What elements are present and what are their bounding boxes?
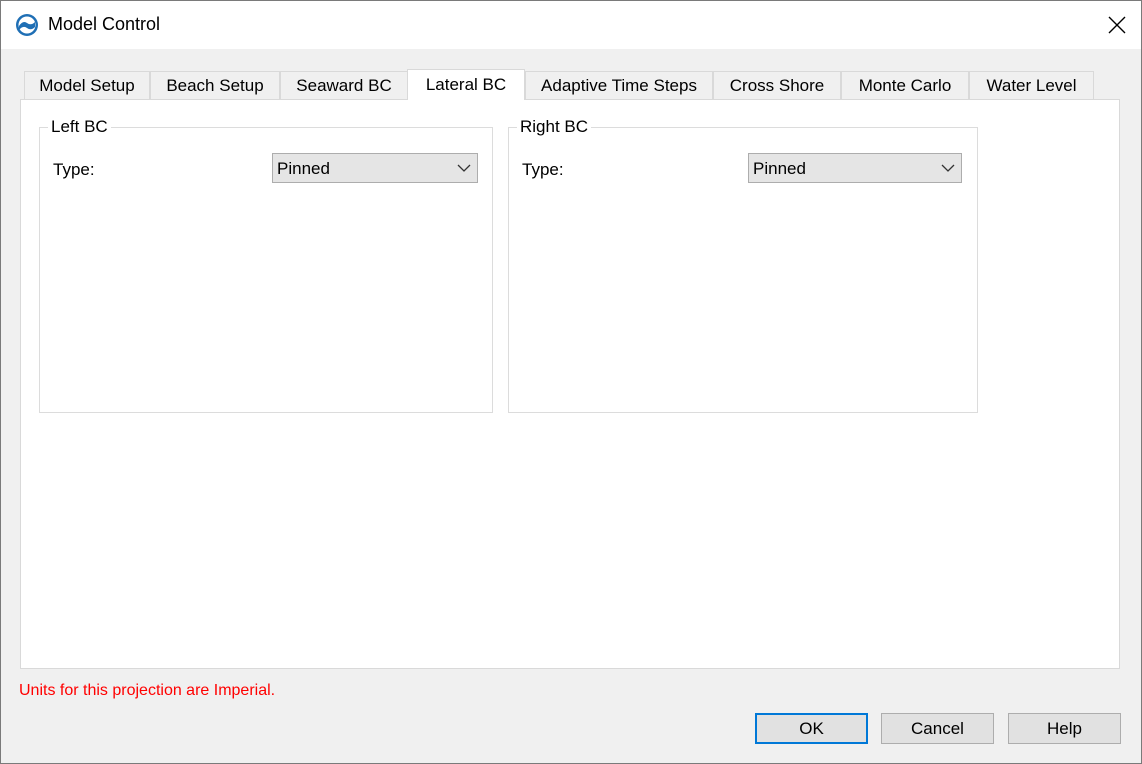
- tab-adaptive-time-steps[interactable]: Adaptive Time Steps: [525, 71, 713, 99]
- right-bc-type-value: Pinned: [753, 159, 806, 178]
- help-button[interactable]: Help: [1008, 713, 1121, 744]
- close-button[interactable]: [1093, 1, 1141, 49]
- tab-lateral-bc[interactable]: Lateral BC: [407, 69, 525, 100]
- close-icon: [1108, 16, 1126, 34]
- cancel-button[interactable]: Cancel: [881, 713, 994, 744]
- ok-button[interactable]: OK: [755, 713, 868, 744]
- right-bc-group: Right BC Type: Pinned: [508, 117, 978, 413]
- left-bc-type-value: Pinned: [277, 159, 330, 178]
- title-bar: Model Control: [1, 1, 1141, 49]
- tab-beach-setup[interactable]: Beach Setup: [150, 71, 280, 99]
- left-bc-type-select[interactable]: Pinned: [272, 153, 478, 183]
- left-bc-title: Left BC: [48, 117, 111, 137]
- tab-monte-carlo[interactable]: Monte Carlo: [841, 71, 969, 99]
- units-note: Units for this projection are Imperial.: [19, 682, 276, 699]
- window-title: Model Control: [48, 14, 161, 34]
- lateral-bc-panel: Left BC Type: Pinned Right BC Type: Pinn…: [20, 99, 1120, 669]
- chevron-down-icon: [941, 164, 955, 172]
- model-control-dialog: Model Control Model Setup Beach Setup Se…: [0, 0, 1142, 764]
- model-control-logo-icon: [16, 14, 38, 36]
- right-bc-type-select[interactable]: Pinned: [748, 153, 962, 183]
- chevron-down-icon: [457, 164, 471, 172]
- tab-model-setup[interactable]: Model Setup: [24, 71, 150, 99]
- right-bc-type-label: Type:: [522, 160, 564, 179]
- right-bc-title: Right BC: [517, 117, 592, 137]
- left-bc-group: Left BC Type: Pinned: [39, 117, 493, 413]
- left-bc-type-label: Type:: [53, 160, 95, 179]
- tab-cross-shore[interactable]: Cross Shore: [713, 71, 841, 99]
- tab-seaward-bc[interactable]: Seaward BC: [280, 71, 408, 99]
- tab-water-level[interactable]: Water Level: [969, 71, 1094, 99]
